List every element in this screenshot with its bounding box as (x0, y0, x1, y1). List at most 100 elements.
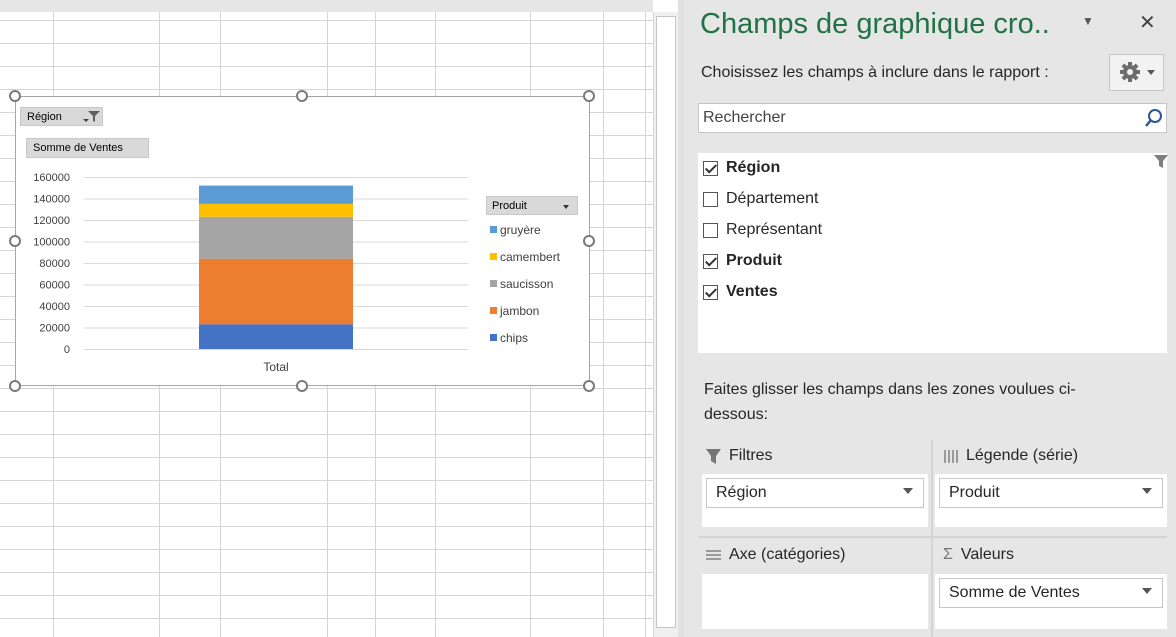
resize-handle-top[interactable] (296, 90, 308, 102)
legend-item-gruyère[interactable]: gruyère (490, 223, 541, 237)
legend-label: jambon (500, 304, 540, 318)
values-zone-label: Valeurs (960, 546, 1014, 563)
chevron-down-icon[interactable] (1142, 588, 1152, 594)
gear-icon (1120, 62, 1155, 82)
legend-zone-item-label: Produit (949, 484, 1000, 501)
zone-divider-horizontal (698, 536, 1167, 538)
legend-swatch (490, 280, 497, 287)
legend-label: camembert (500, 250, 561, 264)
y-tick-label: 80000 (39, 258, 70, 270)
resize-handle-bottom-left[interactable] (9, 380, 21, 392)
axis-zone-header: Axe (catégories) (706, 546, 846, 564)
resize-handle-top-left[interactable] (9, 90, 21, 102)
axis-zone-label: Axe (catégories) (729, 546, 846, 563)
field-item-region[interactable]: Région (703, 156, 780, 180)
values-zone[interactable]: Somme de Ventes (935, 574, 1167, 629)
y-tick-label: 120000 (33, 215, 70, 227)
checkbox[interactable] (703, 253, 718, 269)
filters-zone-label: Filtres (729, 447, 773, 464)
pane-title: Champs de graphique cro.. (700, 8, 1050, 40)
y-tick-label: 0 (64, 344, 70, 356)
rows-icon (706, 549, 721, 560)
legend-label: gruyère (500, 223, 541, 237)
legend-label: saucisson (500, 277, 554, 291)
drag-hint-text: Faites glisser les champs dans les zones… (704, 381, 1076, 423)
legend-item-camembert[interactable]: camembert (490, 250, 560, 264)
close-icon[interactable]: ✕ (1139, 10, 1156, 35)
vertical-scrollbar[interactable] (653, 12, 678, 637)
y-tick-label: 40000 (39, 301, 70, 313)
resize-handle-top-right[interactable] (583, 90, 595, 102)
field-item-departement[interactable]: Département (703, 187, 819, 211)
values-zone-item[interactable]: Somme de Ventes (939, 578, 1163, 608)
values-zone-item-label: Somme de Ventes (949, 584, 1080, 601)
y-tick-label: 160000 (33, 172, 70, 184)
search-icon[interactable] (1144, 108, 1164, 128)
filter-icon[interactable] (1154, 155, 1168, 169)
field-label: Département (726, 190, 819, 207)
search-input[interactable] (703, 108, 1123, 128)
y-tick-label: 140000 (33, 194, 70, 206)
field-label: Région (726, 159, 781, 176)
filters-zone-item-label: Région (716, 484, 767, 501)
field-label: Représentant (726, 221, 823, 238)
resize-handle-bottom[interactable] (296, 380, 308, 392)
resize-handle-bottom-right[interactable] (583, 380, 595, 392)
legend-swatch (490, 226, 497, 233)
y-tick-label: 60000 (39, 280, 70, 292)
bar-segment-gruyère[interactable] (199, 185, 353, 204)
filters-zone[interactable]: Région (702, 474, 928, 527)
bar-segment-chips[interactable] (199, 324, 353, 349)
checkbox[interactable] (703, 222, 718, 238)
scrollbar-thumb[interactable] (656, 16, 676, 628)
legend-item-chips[interactable]: chips (490, 331, 528, 345)
chevron-down-icon[interactable] (1142, 488, 1152, 494)
product-legend-button[interactable]: Produit (486, 196, 578, 215)
field-item-produit[interactable]: Produit (703, 249, 782, 273)
legend-item-jambon[interactable]: jambon (490, 304, 539, 318)
chevron-down-icon[interactable] (903, 488, 913, 494)
checkbox[interactable] (703, 191, 718, 207)
zone-divider-vertical (931, 440, 933, 637)
choose-fields-label: Choisissez les champs à inclure dans le … (701, 64, 1049, 81)
columns-icon (944, 449, 958, 463)
axis-zone[interactable] (702, 574, 928, 629)
legend-dropdown-icon (563, 205, 569, 209)
pane-options-dropdown-icon[interactable]: ▼ (1082, 14, 1094, 28)
x-tick-label: Total (263, 360, 288, 374)
legend-swatch (490, 253, 497, 260)
checkbox[interactable] (703, 160, 718, 176)
resize-handle-right[interactable] (583, 235, 595, 247)
field-list: Région Département Représentant Produit … (698, 153, 1168, 353)
checkbox[interactable] (703, 284, 718, 300)
tools-button[interactable] (1109, 54, 1164, 91)
legend-swatch (490, 334, 497, 341)
resize-handle-left[interactable] (9, 235, 21, 247)
sigma-icon: Σ (943, 546, 953, 563)
bar-segment-jambon[interactable] (199, 258, 353, 325)
search-box[interactable] (698, 103, 1167, 133)
legend-zone-label: Légende (série) (966, 447, 1079, 464)
field-label: Ventes (726, 283, 778, 300)
legend-item-saucisson[interactable]: saucisson (490, 277, 553, 291)
filters-zone-header: Filtres (706, 447, 773, 465)
field-item-representant[interactable]: Représentant (703, 218, 822, 242)
y-tick-label: 100000 (33, 237, 70, 249)
product-legend-label: Produit (492, 200, 527, 212)
pivot-chart[interactable]: Région Somme de Ventes 0 20000 40000 60000 8… (15, 96, 590, 386)
field-label: Produit (726, 252, 782, 269)
values-zone-header: Σ Valeurs (943, 546, 1014, 564)
field-item-ventes[interactable]: Ventes (703, 280, 778, 304)
y-tick-label: 20000 (39, 323, 70, 335)
worksheet-area[interactable]: Région Somme de Ventes 0 20000 40000 60000 8… (0, 0, 653, 637)
pivot-chart-fields-pane: Champs de graphique cro.. ▼ ✕ Choisissez… (684, 0, 1176, 637)
bar-segment-saucisson[interactable] (199, 216, 353, 259)
legend-zone-item[interactable]: Produit (939, 478, 1163, 508)
legend-zone-header: Légende (série) (943, 447, 1078, 465)
legend-swatch (490, 307, 497, 314)
filter-icon (706, 448, 721, 464)
legend-zone[interactable]: Produit (935, 474, 1167, 527)
filters-zone-item[interactable]: Région (706, 478, 924, 508)
legend-label: chips (500, 331, 529, 345)
bar-segment-camembert[interactable] (199, 203, 353, 217)
